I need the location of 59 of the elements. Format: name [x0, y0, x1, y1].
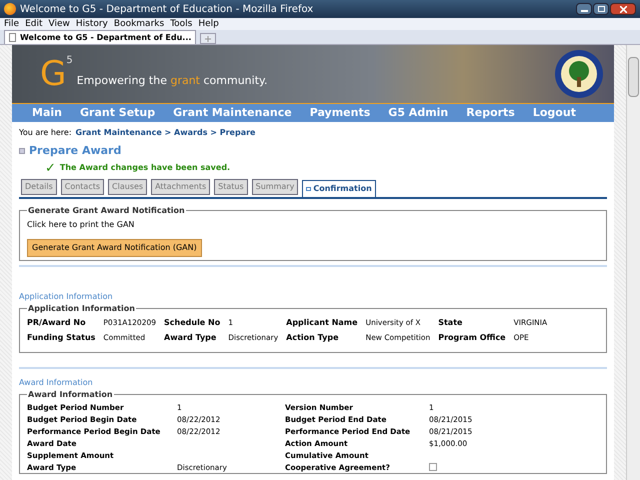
nav-link[interactable]: Logout: [532, 104, 576, 122]
window-title: Welcome to G5 - Department of Education - Mozilla Firefox: [20, 2, 314, 16]
new-tab-button[interactable]: [200, 33, 216, 44]
field-label: Applicant Name: [286, 316, 358, 328]
minimize-button[interactable]: [576, 3, 592, 15]
menu-item[interactable]: Help: [198, 20, 219, 28]
section-legend: Award Information: [27, 388, 114, 400]
tab[interactable]: Status: [214, 178, 248, 194]
tab[interactable]: Confirmation: [302, 180, 376, 196]
maximize-button[interactable]: [593, 3, 609, 15]
nav-link[interactable]: Reports: [466, 104, 515, 122]
section-link[interactable]: Award Information: [19, 376, 607, 388]
section-link[interactable]: Application Information: [19, 290, 607, 302]
nav-link[interactable]: Main: [32, 104, 62, 122]
tab[interactable]: Details: [21, 178, 57, 194]
check-icon: ✓: [45, 162, 56, 174]
nav-link[interactable]: Grant Maintenance: [173, 104, 292, 122]
page-title: Prepare Award: [29, 143, 122, 159]
seal-icon: [554, 49, 604, 99]
menu-item[interactable]: Bookmarks: [114, 20, 164, 28]
checkbox[interactable]: [429, 463, 437, 471]
tagline: Empowering the grant community.: [76, 72, 268, 89]
field-label: Action Type: [286, 332, 340, 344]
nav-link[interactable]: G5 Admin: [388, 104, 448, 122]
menu-item[interactable]: History: [76, 20, 108, 28]
breadcrumb-link[interactable]: Grant Maintenance > Awards > Prepare: [76, 127, 256, 139]
menu-item[interactable]: Edit: [25, 20, 42, 28]
page-icon: [9, 33, 16, 42]
tab[interactable]: Summary: [252, 178, 298, 194]
success-message: The Award changes have been saved.: [60, 162, 230, 174]
close-button[interactable]: [610, 3, 636, 15]
field-label: Schedule No: [164, 316, 220, 328]
plus-icon: [205, 36, 212, 42]
field-label: Program Office: [438, 332, 506, 344]
nav-link[interactable]: Payments: [310, 104, 370, 122]
generate-gan-button[interactable]: Generate Grant Award Notification (GAN): [27, 238, 202, 256]
logo-superscript: 5: [66, 54, 73, 68]
menu-item[interactable]: File: [4, 20, 20, 28]
menu-item[interactable]: View: [48, 20, 70, 28]
field-label: Funding Status: [27, 332, 96, 344]
breadcrumb-label: You are here:: [19, 127, 72, 139]
tab[interactable]: Clauses: [108, 178, 148, 194]
section-legend: Application Information: [27, 302, 136, 314]
nav-link[interactable]: Grant Setup: [80, 104, 156, 122]
logo-letter: G: [40, 57, 66, 91]
tab[interactable]: Attachments: [151, 178, 210, 194]
gan-instructions: Click here to print the GAN: [27, 218, 136, 230]
field-label: Award Type: [164, 332, 218, 344]
field-label: PR/Award No: [27, 316, 87, 328]
section-legend: Generate Grant Award Notification: [27, 204, 186, 216]
scrollbar[interactable]: [626, 45, 640, 480]
tab[interactable]: Contacts: [60, 178, 104, 194]
scroll-thumb[interactable]: [628, 57, 639, 97]
page-icon: [19, 148, 25, 154]
field-label: State: [438, 316, 464, 328]
browser-tab[interactable]: Welcome to G5 - Department of Edu...: [4, 30, 196, 44]
close-icon: [620, 6, 626, 12]
tab-icon: [306, 186, 312, 190]
menu-item[interactable]: Tools: [170, 20, 192, 28]
